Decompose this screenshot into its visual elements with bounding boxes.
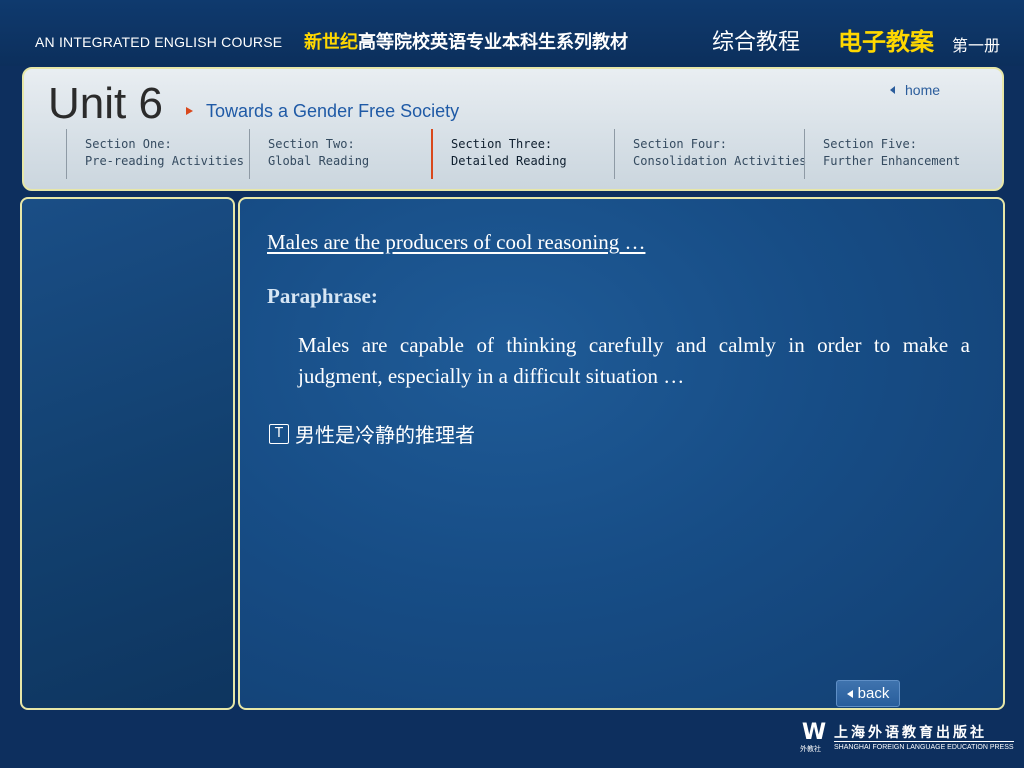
publisher-emblem-caption: 外教社 xyxy=(800,745,821,753)
section-nav-item-two[interactable]: Section Two: Global Reading xyxy=(249,129,430,179)
section-nav-item-number: Section Two: xyxy=(268,137,355,151)
main-content-panel: Males are the producers of cool reasonin… xyxy=(238,197,1005,710)
section-nav-item-five[interactable]: Section Five: Further Enhancement xyxy=(804,129,986,179)
section-nav-item-one[interactable]: Section One: Pre-reading Activities xyxy=(66,129,248,179)
subtitle-arrow-icon xyxy=(186,107,193,115)
publisher-name-zh: 上海外语教育出版社 xyxy=(834,725,987,741)
translation-icon: T xyxy=(269,423,289,444)
unit-subtitle: Towards a Gender Free Society xyxy=(206,101,460,121)
back-label: back xyxy=(857,685,890,702)
home-arrow-icon xyxy=(890,86,895,94)
section-nav-item-number: Section Five: xyxy=(823,137,917,151)
section-nav-item-number: Section Four: xyxy=(633,137,727,151)
publisher-logo: W 外教社 上海外语教育出版社 SHANGHAI FOREIGN LANGUAG… xyxy=(800,722,1014,756)
translation-text: 男性是冷静的推理者 xyxy=(295,423,475,447)
series-title-rest: 高等院校英语专业本科生系列教材 xyxy=(358,32,628,53)
back-button[interactable]: back xyxy=(836,680,900,707)
home-link[interactable]: home xyxy=(890,81,940,99)
header-panel: Unit 6 Towards a Gender Free Society hom… xyxy=(22,67,1004,191)
back-arrow-icon xyxy=(846,689,853,698)
section-nav-item-title: Pre-reading Activities xyxy=(85,154,244,168)
series-title-highlight: 新世纪 xyxy=(304,32,358,53)
section-nav-item-four[interactable]: Section Four: Consolidation Activities xyxy=(614,129,807,179)
section-nav-item-number: Section Three: xyxy=(451,137,553,151)
publisher-name-en: SHANGHAI FOREIGN LANGUAGE EDUCATION PRES… xyxy=(834,741,1014,751)
volume-label: 第一册 xyxy=(952,36,1001,55)
book-name: 综合教程 xyxy=(712,30,801,55)
paraphrase-text: Males are capable of thinking carefully … xyxy=(298,333,970,388)
publisher-emblem-icon: W 外教社 xyxy=(800,722,828,754)
key-sentence: Males are the producers of cool reasonin… xyxy=(267,230,646,254)
translation-row: T 男性是冷静的推理者 xyxy=(269,419,475,448)
unit-title: Unit 6 xyxy=(48,79,163,128)
section-nav: Section One: Pre-reading Activities Sect… xyxy=(66,129,986,181)
top-banner: AN INTEGRATED ENGLISH COURSE 新世纪高等院校英语专业… xyxy=(0,0,1024,66)
series-title: 新世纪高等院校英语专业本科生系列教材 xyxy=(304,28,628,54)
section-nav-item-number: Section One: xyxy=(85,137,172,151)
home-label: home xyxy=(905,82,941,98)
lesson-plan-title: 电子教案 xyxy=(838,28,934,56)
publisher-emblem-letter: W xyxy=(801,720,827,745)
course-title: AN INTEGRATED ENGLISH COURSE xyxy=(35,34,283,50)
left-side-panel xyxy=(20,197,235,710)
section-nav-item-title: Consolidation Activities xyxy=(633,154,807,168)
section-nav-item-title: Global Reading xyxy=(268,154,370,168)
paraphrase-label: Paraphrase: xyxy=(267,284,378,308)
section-nav-item-three[interactable]: Section Three: Detailed Reading xyxy=(431,129,613,179)
section-nav-item-title: Further Enhancement xyxy=(823,154,961,168)
section-nav-item-title: Detailed Reading xyxy=(451,154,567,168)
